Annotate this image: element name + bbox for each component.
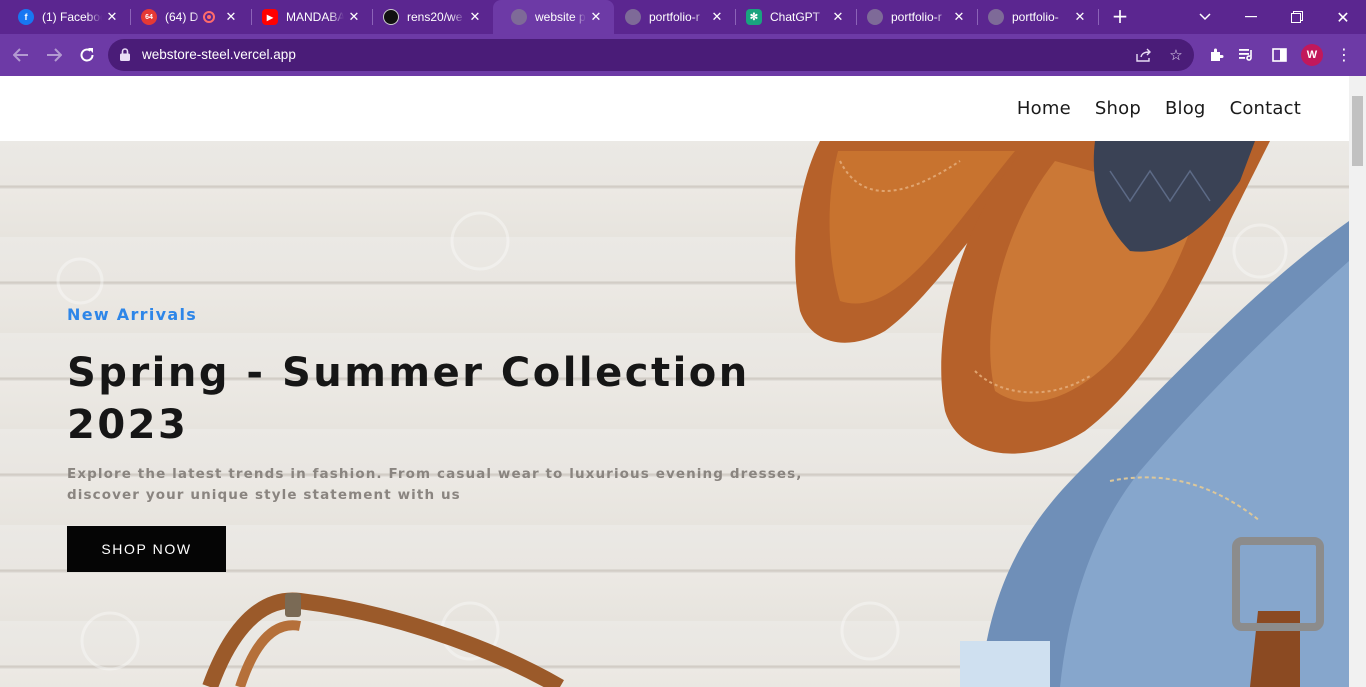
recording-icon bbox=[203, 11, 215, 23]
close-icon[interactable]: ✕ bbox=[221, 9, 241, 25]
profile-avatar[interactable]: W bbox=[1301, 44, 1323, 66]
tab-title: (1) Facebook bbox=[42, 10, 102, 24]
tab-chatgpt[interactable]: ✻ ChatGPT ✕ bbox=[728, 0, 856, 34]
tab-divider bbox=[1098, 9, 1099, 25]
tab-title: rens20/we bbox=[407, 10, 463, 24]
close-icon[interactable]: ✕ bbox=[344, 9, 364, 25]
tab-title: portfolio- bbox=[1012, 10, 1059, 24]
tab-strip: f (1) Facebook ✕ 64 (64) D ✕ ▶ MANDABA ✕… bbox=[0, 0, 1366, 34]
tab-portfolio-1[interactable]: portfolio-r ✕ bbox=[607, 0, 735, 34]
youtube-icon: ▶ bbox=[262, 9, 278, 25]
tab-github[interactable]: rens20/we ✕ bbox=[365, 0, 493, 34]
page-viewport: Home Shop Blog Contact New Arrivals Spri… bbox=[0, 76, 1349, 687]
close-icon[interactable]: ✕ bbox=[1070, 9, 1090, 25]
tab-title: ChatGPT bbox=[770, 10, 821, 24]
minimize-button[interactable] bbox=[1228, 0, 1274, 34]
shop-now-button[interactable]: SHOP NOW bbox=[67, 526, 226, 572]
address-text[interactable]: webstore-steel.vercel.app bbox=[142, 47, 296, 62]
close-icon[interactable]: ✕ bbox=[707, 9, 727, 25]
share-icon[interactable] bbox=[1134, 45, 1154, 65]
forward-button[interactable] bbox=[41, 42, 67, 68]
tab-portfolio-2[interactable]: portfolio-r ✕ bbox=[849, 0, 977, 34]
tab-youtube[interactable]: ▶ MANDABA ✕ bbox=[244, 0, 372, 34]
back-button[interactable] bbox=[8, 42, 34, 68]
bookmark-star-icon[interactable]: ☆ bbox=[1166, 45, 1186, 65]
new-tab-button[interactable]: + bbox=[1108, 5, 1132, 29]
tab-title: MANDABA bbox=[286, 10, 344, 24]
close-icon[interactable]: ✕ bbox=[586, 9, 606, 25]
globe-icon bbox=[867, 9, 883, 25]
facebook-icon: f bbox=[18, 9, 34, 25]
chatgpt-icon: ✻ bbox=[746, 9, 762, 25]
browser-toolbar: webstore-steel.vercel.app ☆ W ⋮ bbox=[0, 34, 1366, 76]
hero-headline: Spring - Summer Collection 2023 bbox=[67, 350, 750, 448]
tab-notifications[interactable]: 64 (64) D ✕ bbox=[123, 0, 251, 34]
github-icon bbox=[383, 9, 399, 25]
tab-title: portfolio-r bbox=[891, 10, 942, 24]
close-icon[interactable]: ✕ bbox=[949, 9, 969, 25]
tab-title: website pr bbox=[535, 10, 586, 24]
hero-banner: New Arrivals Spring - Summer Collection … bbox=[0, 141, 1349, 687]
nav-home[interactable]: Home bbox=[1017, 98, 1071, 119]
site-header: Home Shop Blog Contact bbox=[0, 76, 1349, 141]
globe-icon bbox=[988, 9, 1004, 25]
restore-button[interactable] bbox=[1274, 0, 1320, 34]
globe-icon bbox=[511, 9, 527, 25]
main-nav: Home Shop Blog Contact bbox=[1017, 98, 1301, 119]
nav-contact[interactable]: Contact bbox=[1230, 98, 1301, 119]
hero-eyebrow: New Arrivals bbox=[67, 305, 198, 324]
nav-blog[interactable]: Blog bbox=[1165, 98, 1206, 119]
close-window-button[interactable]: ✕ bbox=[1320, 0, 1366, 34]
tab-facebook[interactable]: f (1) Facebook ✕ bbox=[0, 0, 130, 34]
tab-website-active[interactable]: website pr ✕ bbox=[493, 0, 614, 34]
tab-title: portfolio-r bbox=[649, 10, 700, 24]
reload-button[interactable] bbox=[74, 42, 100, 68]
menu-kebab-icon[interactable]: ⋮ bbox=[1334, 45, 1354, 65]
bag-strap bbox=[202, 592, 564, 687]
close-icon[interactable]: ✕ bbox=[828, 9, 848, 25]
media-queue-icon[interactable] bbox=[1237, 45, 1257, 65]
nav-shop[interactable]: Shop bbox=[1095, 98, 1141, 119]
side-panel-icon[interactable] bbox=[1269, 45, 1289, 65]
close-icon[interactable]: ✕ bbox=[465, 9, 485, 25]
tab-title: (64) D bbox=[165, 10, 199, 24]
globe-icon bbox=[625, 9, 641, 25]
app-badge-icon: 64 bbox=[141, 9, 157, 25]
extensions-icon[interactable] bbox=[1206, 45, 1226, 65]
lock-icon[interactable] bbox=[120, 48, 130, 61]
tab-search-button[interactable] bbox=[1182, 0, 1228, 34]
page-scrollbar[interactable] bbox=[1349, 76, 1366, 687]
address-bar[interactable]: webstore-steel.vercel.app ☆ bbox=[108, 39, 1194, 71]
tab-portfolio-3[interactable]: portfolio- ✕ bbox=[970, 0, 1098, 34]
close-icon[interactable]: ✕ bbox=[102, 9, 122, 25]
hero-subtext: Explore the latest trends in fashion. Fr… bbox=[67, 466, 803, 503]
scrollbar-thumb[interactable] bbox=[1352, 96, 1363, 166]
